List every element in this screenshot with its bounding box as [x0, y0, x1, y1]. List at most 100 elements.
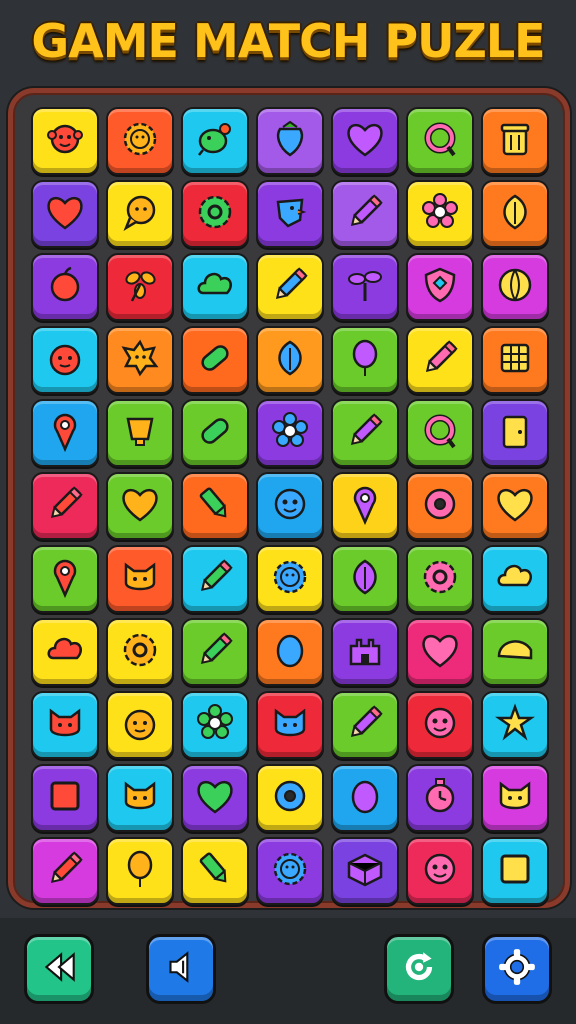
- sound-button[interactable]: [146, 934, 216, 1004]
- game-tile[interactable]: [256, 837, 324, 905]
- game-tile[interactable]: [31, 472, 99, 540]
- game-tile[interactable]: [331, 837, 399, 905]
- game-tile[interactable]: [406, 180, 474, 248]
- game-tile[interactable]: [106, 180, 174, 248]
- game-tile[interactable]: [481, 180, 549, 248]
- game-tile[interactable]: [106, 837, 174, 905]
- settings-button[interactable]: [482, 934, 552, 1004]
- sun-icon: [268, 847, 312, 895]
- game-tile[interactable]: [256, 472, 324, 540]
- game-tile[interactable]: [256, 618, 324, 686]
- game-tile[interactable]: [406, 326, 474, 394]
- game-tile[interactable]: [31, 764, 99, 832]
- game-tile[interactable]: [181, 764, 249, 832]
- game-tile[interactable]: [406, 691, 474, 759]
- sun-icon: [118, 117, 162, 165]
- game-tile[interactable]: [181, 253, 249, 321]
- game-tile[interactable]: [181, 472, 249, 540]
- game-tile[interactable]: [256, 691, 324, 759]
- game-tile[interactable]: [481, 472, 549, 540]
- game-tile[interactable]: [181, 691, 249, 759]
- game-tile[interactable]: [481, 545, 549, 613]
- game-tile[interactable]: [181, 326, 249, 394]
- game-tile[interactable]: [406, 618, 474, 686]
- game-tile[interactable]: [406, 837, 474, 905]
- game-tile[interactable]: [256, 107, 324, 175]
- face-icon: [418, 847, 462, 895]
- game-tile[interactable]: [406, 545, 474, 613]
- game-tile[interactable]: [331, 107, 399, 175]
- game-tile[interactable]: [256, 399, 324, 467]
- game-tile[interactable]: [331, 764, 399, 832]
- cat-icon: [43, 701, 87, 749]
- game-tile[interactable]: [481, 764, 549, 832]
- game-tile[interactable]: [106, 764, 174, 832]
- restart-button[interactable]: [384, 934, 454, 1004]
- game-tile[interactable]: [31, 545, 99, 613]
- heart-icon: [193, 774, 237, 822]
- game-tile[interactable]: [481, 107, 549, 175]
- egg-icon: [343, 774, 387, 822]
- game-tile[interactable]: [31, 618, 99, 686]
- game-tile[interactable]: [481, 399, 549, 467]
- game-tile[interactable]: [181, 545, 249, 613]
- sun-icon: [268, 555, 312, 603]
- game-tile[interactable]: [256, 180, 324, 248]
- game-tile[interactable]: [31, 107, 99, 175]
- back-button[interactable]: [24, 934, 94, 1004]
- game-tile[interactable]: [181, 180, 249, 248]
- game-tile[interactable]: [406, 107, 474, 175]
- game-tile[interactable]: [406, 764, 474, 832]
- game-tile[interactable]: [331, 545, 399, 613]
- flower-icon: [193, 701, 237, 749]
- shield-icon: [418, 263, 462, 311]
- game-tile[interactable]: [106, 399, 174, 467]
- game-tile[interactable]: [106, 253, 174, 321]
- game-tile[interactable]: [106, 545, 174, 613]
- game-tile[interactable]: [181, 618, 249, 686]
- game-tile[interactable]: [406, 399, 474, 467]
- back-arrow-icon: [38, 946, 80, 992]
- game-tile[interactable]: [31, 180, 99, 248]
- game-tile[interactable]: [106, 326, 174, 394]
- game-tile[interactable]: [31, 253, 99, 321]
- game-tile[interactable]: [181, 107, 249, 175]
- game-tile[interactable]: [181, 837, 249, 905]
- pencil-icon: [343, 409, 387, 457]
- cat-icon: [268, 701, 312, 749]
- game-tile[interactable]: [31, 837, 99, 905]
- game-tile[interactable]: [406, 472, 474, 540]
- pencil-icon: [193, 628, 237, 676]
- game-tile[interactable]: [106, 472, 174, 540]
- donut-icon: [268, 774, 312, 822]
- game-tile[interactable]: [331, 326, 399, 394]
- game-tile[interactable]: [256, 326, 324, 394]
- game-tile[interactable]: [331, 618, 399, 686]
- strawberry-icon: [268, 117, 312, 165]
- heart-icon: [118, 482, 162, 530]
- ball-icon: [493, 263, 537, 311]
- game-tile[interactable]: [331, 180, 399, 248]
- game-tile[interactable]: [331, 472, 399, 540]
- game-tile[interactable]: [31, 326, 99, 394]
- game-tile[interactable]: [481, 691, 549, 759]
- game-tile[interactable]: [481, 326, 549, 394]
- game-tile[interactable]: [331, 691, 399, 759]
- pencil-icon: [343, 190, 387, 238]
- game-tile[interactable]: [481, 618, 549, 686]
- game-tile[interactable]: [481, 837, 549, 905]
- game-tile[interactable]: [331, 253, 399, 321]
- game-tile[interactable]: [106, 691, 174, 759]
- game-tile[interactable]: [31, 399, 99, 467]
- game-tile[interactable]: [256, 253, 324, 321]
- game-tile[interactable]: [181, 399, 249, 467]
- game-tile[interactable]: [106, 107, 174, 175]
- game-tile[interactable]: [406, 253, 474, 321]
- game-tile[interactable]: [256, 545, 324, 613]
- game-tile[interactable]: [256, 764, 324, 832]
- game-tile[interactable]: [481, 253, 549, 321]
- game-tile[interactable]: [106, 618, 174, 686]
- game-tile[interactable]: [331, 399, 399, 467]
- box-icon: [343, 847, 387, 895]
- game-tile[interactable]: [31, 691, 99, 759]
